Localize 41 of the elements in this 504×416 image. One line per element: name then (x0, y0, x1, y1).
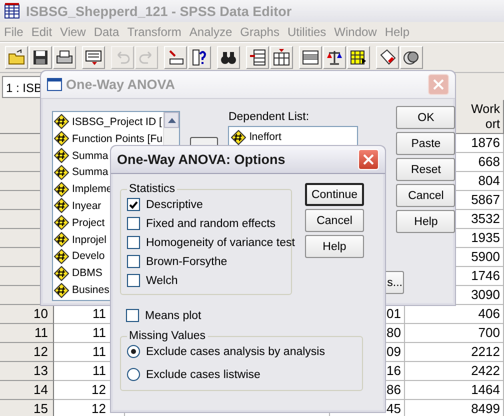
dialog-title: One-Way ANOVA (66, 77, 176, 92)
table-cell: 3090 (471, 287, 500, 302)
radio-label: Exclude cases listwise (146, 368, 260, 380)
table-cell: 86 (386, 382, 401, 397)
table-cell: 700 (478, 325, 500, 340)
table-cell: 80 (386, 325, 401, 340)
table-cell: 2422 (471, 363, 500, 378)
table-cell: 1464 (471, 382, 500, 397)
group-label: Statistics (128, 183, 176, 195)
table-cell: 12 (92, 401, 106, 416)
table-cell: 11 (92, 325, 106, 340)
table-cell: 01 (386, 306, 401, 321)
table-cell: 12 (92, 382, 106, 397)
table-cell: 45 (386, 401, 401, 416)
table-cell: 09 (386, 344, 401, 359)
table-cell: 11 (92, 363, 106, 378)
checkbox-label: Homogeneity of variance test (146, 236, 295, 248)
table-cell: 1935 (471, 230, 500, 245)
checkbox-label: Fixed and random effects (146, 218, 276, 230)
table-cell: 2212 (471, 344, 500, 359)
table-cell: 16 (386, 363, 401, 378)
table-cell: 1746 (471, 268, 500, 283)
checkbox-label: Means plot (145, 310, 202, 322)
checkbox-label: Welch (146, 274, 178, 286)
dependent-list-label: Dependent List: (228, 111, 310, 125)
checkbox-label: Brown-Forsythe (146, 256, 228, 268)
table-cell: 1876 (471, 135, 500, 150)
table-cell: 804 (478, 173, 500, 188)
table-cell: 5867 (471, 192, 500, 207)
radio-label: Exclude cases analysis by analysis (146, 346, 325, 358)
table-cell: 11 (92, 306, 106, 321)
window-title: ISBSG_Shepperd_121 - SPSS Data Editor (26, 4, 292, 18)
group-label: Missing Values (128, 330, 206, 342)
dialog-title: One-Way ANOVA: Options (117, 152, 286, 167)
table-cell: 11 (92, 344, 106, 359)
table-cell: 8499 (471, 401, 500, 416)
table-cell: 5900 (471, 249, 500, 264)
checkbox-label: Descriptive (146, 198, 203, 210)
table-cell: 3532 (471, 211, 500, 226)
table-cell: 406 (478, 306, 500, 321)
table-cell: 668 (478, 154, 500, 169)
